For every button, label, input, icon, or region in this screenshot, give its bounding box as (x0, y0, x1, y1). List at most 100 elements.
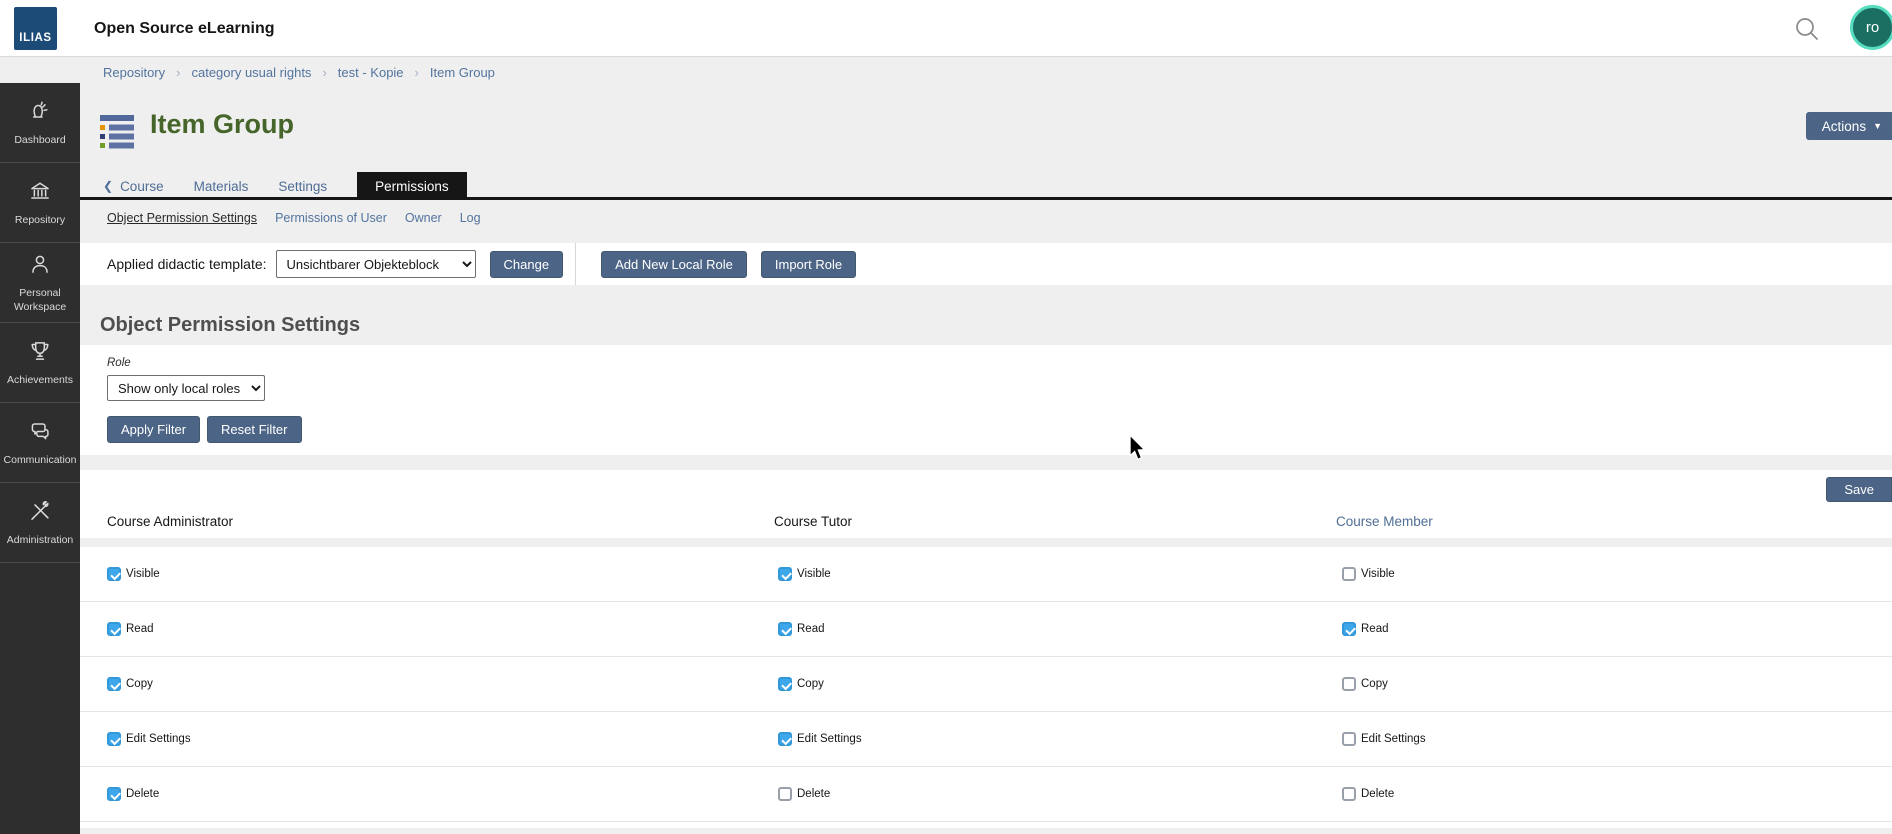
role-filter-label: Role (107, 357, 131, 369)
chevron-right-icon: › (176, 65, 180, 80)
actions-button[interactable]: Actions ▼ (1806, 112, 1892, 140)
permission-label: Read (1361, 623, 1389, 635)
top-header: ILIAS Open Source eLearning ro (0, 0, 1892, 57)
sidebar-item-personal-workspace[interactable]: Personal Workspace (0, 243, 80, 323)
permission-checkbox-copy-administrator[interactable] (107, 677, 121, 691)
table-row-delete: Delete Delete Delete (80, 767, 1892, 822)
tab-course[interactable]: ❮ Course (103, 179, 164, 194)
permission-checkbox-edit-settings-tutor[interactable] (778, 732, 792, 746)
subtab-object-permission-settings[interactable]: Object Permission Settings (107, 211, 257, 225)
permission-label: Delete (797, 788, 830, 800)
apply-filter-button[interactable]: Apply Filter (107, 416, 200, 443)
permission-label: Delete (126, 788, 159, 800)
permission-checkbox-visible-tutor[interactable] (778, 567, 792, 581)
tab-materials[interactable]: Materials (194, 179, 249, 194)
permission-checkbox-visible-member[interactable] (1342, 567, 1356, 581)
vertical-divider (575, 243, 576, 285)
permission-checkbox-read-administrator[interactable] (107, 622, 121, 636)
tab-underline (80, 197, 1892, 200)
table-row-copy: Copy Copy Copy (80, 657, 1892, 712)
table-header-row: Course Administrator Course Tutor Course… (80, 510, 1892, 538)
chat-bubbles-icon (27, 418, 53, 454)
chevron-right-icon: › (322, 65, 326, 80)
permission-checkbox-edit-settings-administrator[interactable] (107, 732, 121, 746)
table-row-visible: Visible Visible Visible (80, 547, 1892, 602)
breadcrumb-link-test-kopie[interactable]: test - Kopie (338, 65, 404, 80)
permission-checkbox-edit-settings-member[interactable] (1342, 732, 1356, 746)
column-header-course-administrator: Course Administrator (107, 514, 233, 529)
sidebar-item-label: Personal Workspace (2, 287, 78, 313)
permission-label: Read (126, 623, 154, 635)
chevron-right-icon: › (415, 65, 419, 80)
app-title: Open Source eLearning (94, 0, 274, 57)
tab-permissions[interactable]: Permissions (357, 172, 467, 200)
permission-checkbox-read-tutor[interactable] (778, 622, 792, 636)
role-filter-select[interactable]: Show only local roles (107, 375, 265, 401)
import-role-button[interactable]: Import Role (761, 251, 856, 278)
tab-settings[interactable]: Settings (278, 179, 327, 194)
add-new-local-role-button[interactable]: Add New Local Role (601, 251, 747, 278)
permission-checkbox-delete-member[interactable] (1342, 787, 1356, 801)
person-icon (27, 251, 53, 287)
ilias-permissions-screen: ILIAS Open Source eLearning ro Dashboard… (0, 0, 1892, 834)
trophy-icon (27, 338, 53, 374)
search-icon[interactable] (1792, 14, 1822, 44)
repository-icon (27, 178, 53, 214)
change-button[interactable]: Change (490, 251, 564, 278)
column-header-course-member-link[interactable]: Course Member (1336, 514, 1433, 529)
caret-down-icon: ▼ (1873, 121, 1882, 131)
breadcrumb-link-category[interactable]: category usual rights (191, 65, 311, 80)
sidebar-item-repository[interactable]: Repository (0, 163, 80, 243)
section-heading: Object Permission Settings (100, 314, 360, 337)
tab-bar: ❮ Course Materials Settings Permissions (103, 172, 467, 200)
save-button[interactable]: Save (1826, 477, 1892, 502)
tab-label: Permissions (375, 179, 449, 194)
permission-checkbox-copy-member[interactable] (1342, 677, 1356, 691)
permission-label: Edit Settings (1361, 733, 1426, 745)
permission-label: Visible (797, 568, 831, 580)
breadcrumb-link-repository[interactable]: Repository (103, 65, 165, 80)
sidebar-item-label: Administration (7, 534, 74, 547)
tab-label: Settings (278, 179, 327, 194)
breadcrumb-link-item-group[interactable]: Item Group (430, 65, 495, 80)
tab-label: Materials (194, 179, 249, 194)
permission-label: Read (797, 623, 825, 635)
actions-button-label: Actions (1822, 119, 1866, 134)
main-sidebar: Dashboard Repository Personal Workspace … (0, 83, 80, 834)
permission-checkbox-delete-administrator[interactable] (107, 787, 121, 801)
didactic-template-label: Applied didactic template: (107, 256, 267, 272)
sidebar-item-administration[interactable]: Administration (0, 483, 80, 563)
sidebar-item-label: Dashboard (14, 134, 65, 147)
sidebar-item-label: Achievements (7, 374, 73, 387)
permissions-table-panel: Save Course Administrator Course Tutor C… (80, 470, 1892, 828)
back-chevron-icon: ❮ (103, 179, 113, 193)
sidebar-item-label: Repository (15, 214, 65, 227)
item-group-icon (98, 113, 138, 154)
didactic-template-select[interactable]: Unsichtbarer Objekteblock (276, 250, 476, 278)
subtab-log[interactable]: Log (460, 211, 481, 225)
permission-label: Copy (126, 678, 153, 690)
column-header-course-tutor: Course Tutor (774, 514, 852, 529)
permission-rows: Visible Visible Visible Read (80, 547, 1892, 822)
page-title: Item Group (150, 109, 294, 140)
dashboard-icon (27, 98, 53, 134)
permission-label: Copy (1361, 678, 1388, 690)
ilias-logo[interactable]: ILIAS (14, 7, 57, 50)
sidebar-item-achievements[interactable]: Achievements (0, 323, 80, 403)
breadcrumb: Repository › category usual rights › tes… (103, 65, 495, 80)
subtab-owner[interactable]: Owner (405, 211, 442, 225)
permission-checkbox-copy-tutor[interactable] (778, 677, 792, 691)
permission-label: Edit Settings (126, 733, 191, 745)
avatar[interactable]: ro (1850, 5, 1892, 50)
permission-checkbox-delete-tutor[interactable] (778, 787, 792, 801)
permission-checkbox-visible-administrator[interactable] (107, 567, 121, 581)
permission-label: Visible (1361, 568, 1395, 580)
permission-checkbox-read-member[interactable] (1342, 622, 1356, 636)
table-row-read: Read Read Read (80, 602, 1892, 657)
sidebar-item-dashboard[interactable]: Dashboard (0, 83, 80, 163)
avatar-initials: ro (1866, 19, 1879, 36)
subtab-permissions-of-user[interactable]: Permissions of User (275, 211, 387, 225)
sidebar-item-label: Communication (4, 454, 77, 467)
reset-filter-button[interactable]: Reset Filter (207, 416, 301, 443)
sidebar-item-communication[interactable]: Communication (0, 403, 80, 483)
